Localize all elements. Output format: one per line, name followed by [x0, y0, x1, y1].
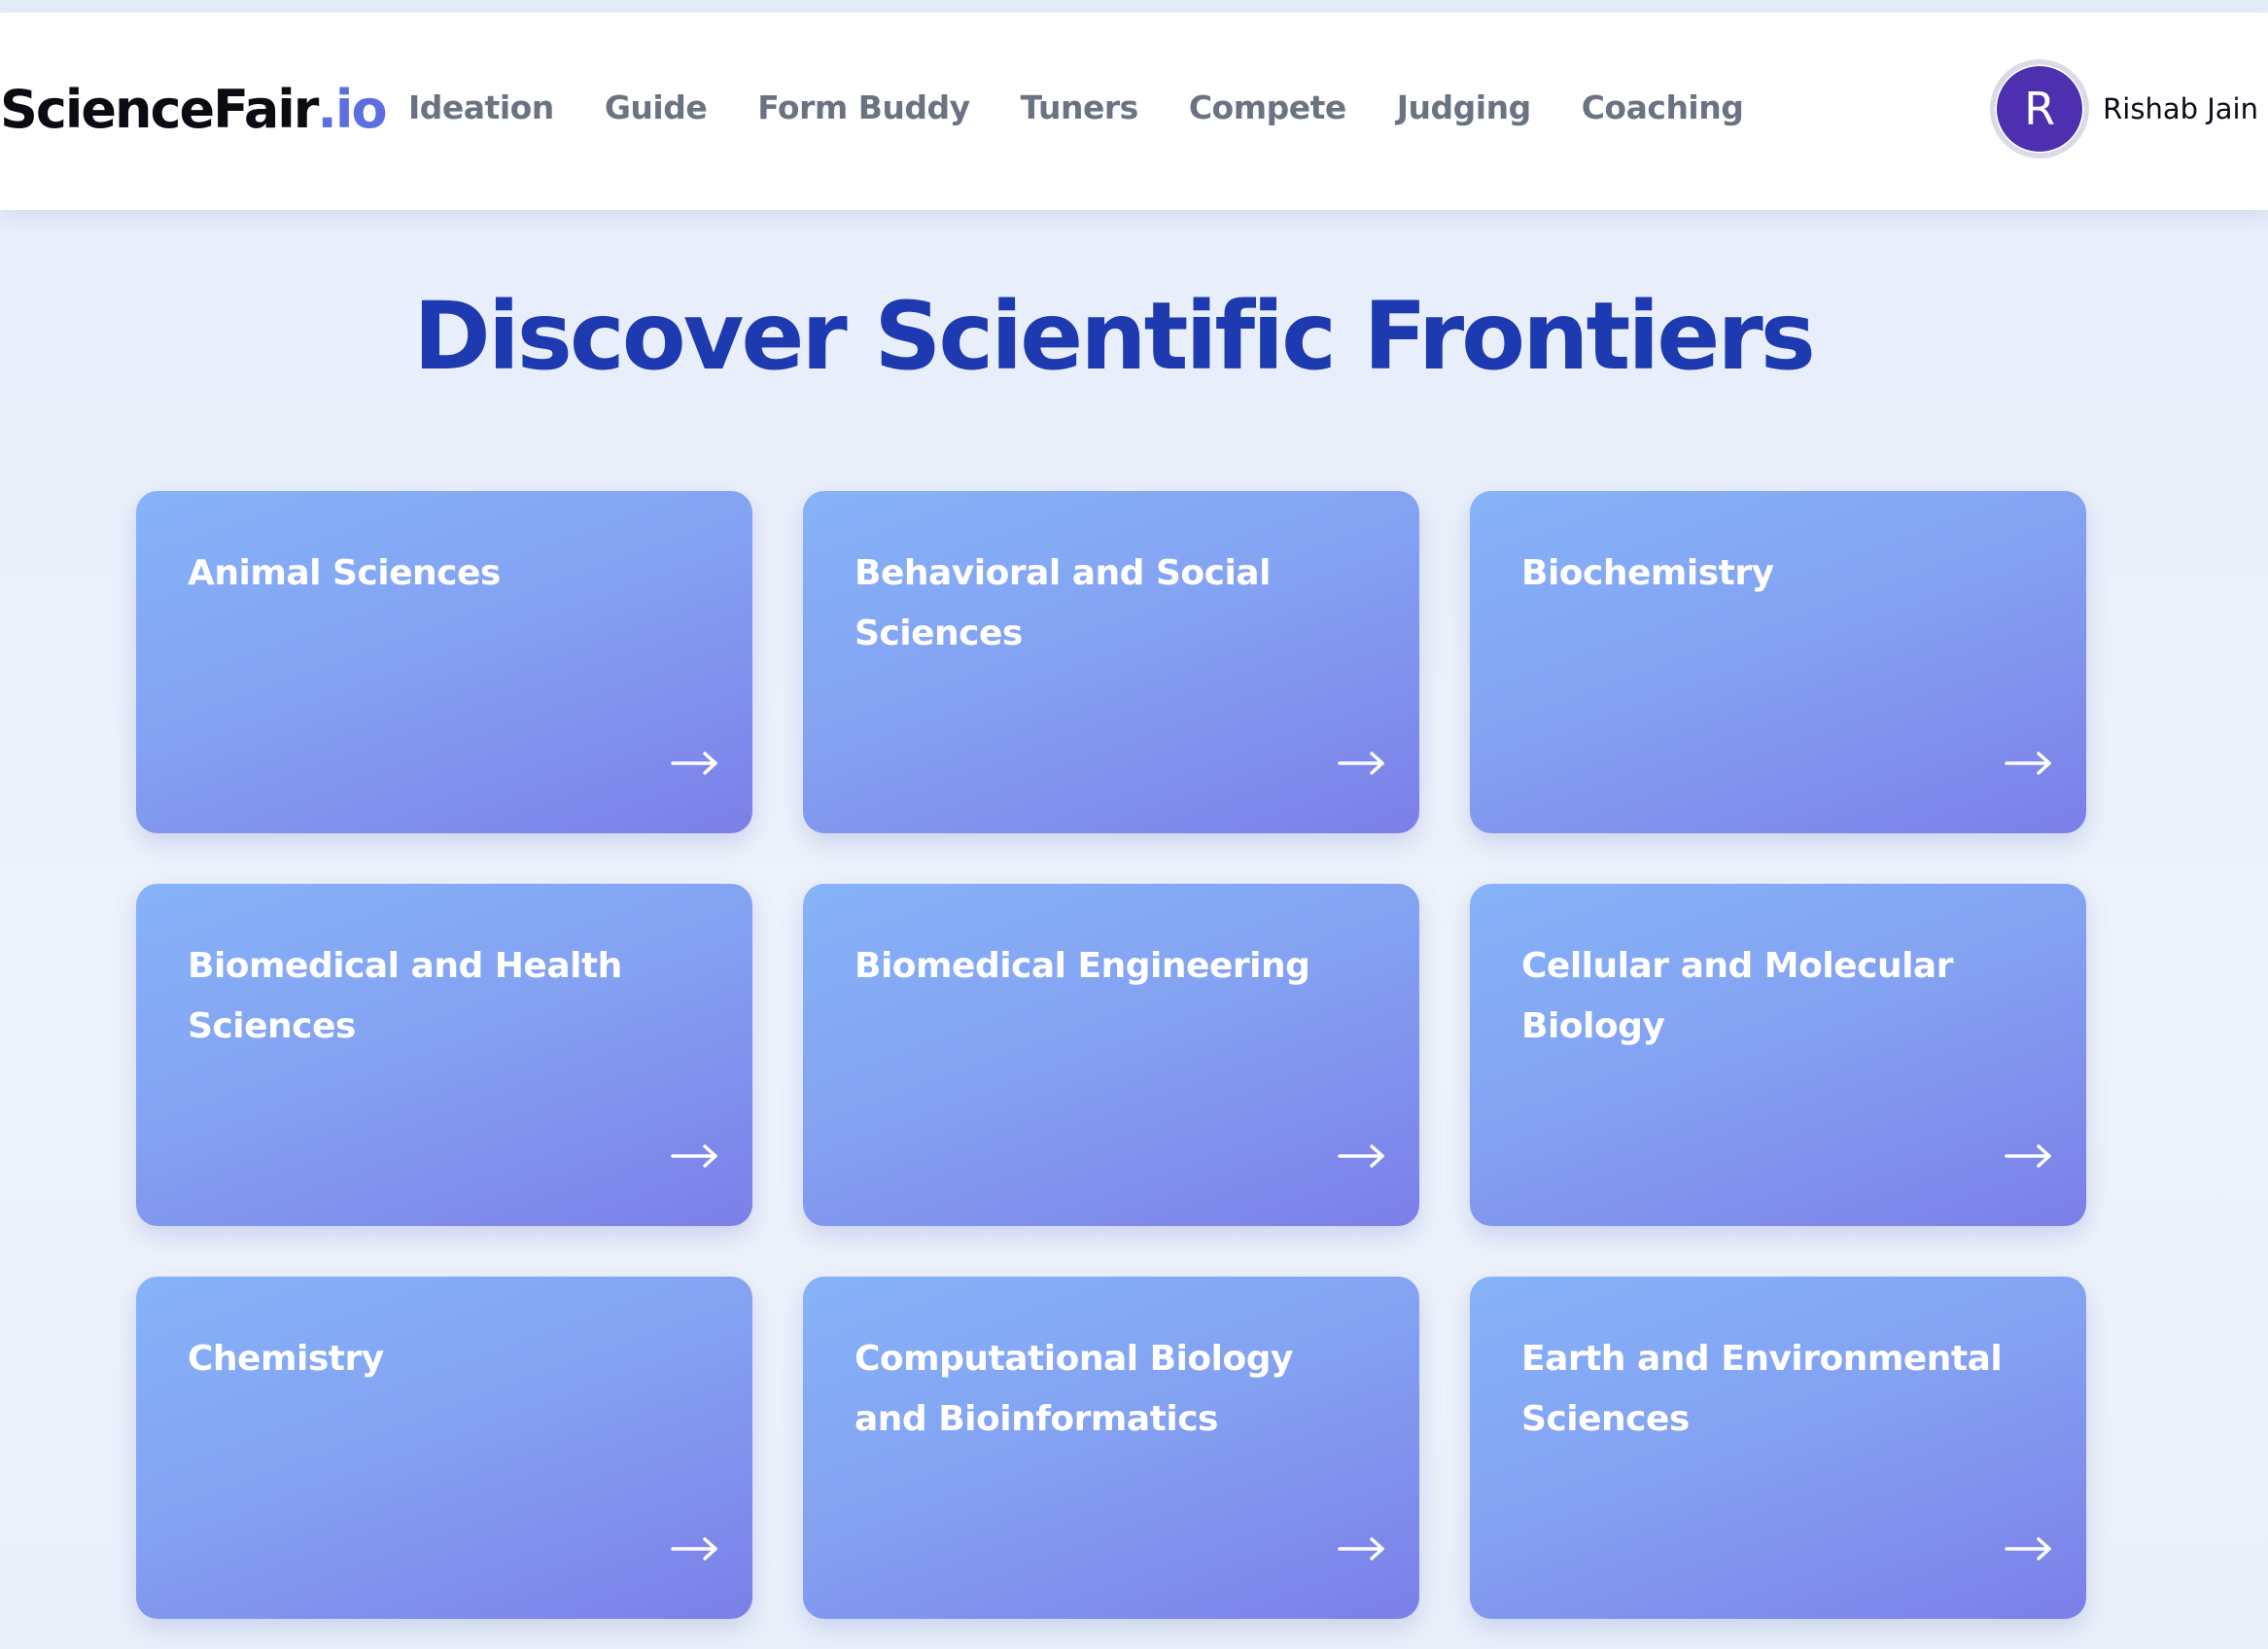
category-card-title: Biochemistry: [1521, 553, 1774, 593]
arrow-right-icon: [2005, 1537, 2051, 1561]
page: ScienceFair .io Ideation Guide Form Buddy…: [0, 0, 2268, 1649]
category-grid: Animal Sciences Behavioral and Social Sc…: [136, 491, 2086, 1619]
arrow-right-icon: [2005, 1144, 2051, 1168]
brand-logo[interactable]: ScienceFair .io: [0, 79, 388, 157]
nav-item-judging[interactable]: Judging: [1397, 88, 1531, 126]
category-card-cellular-molecular-biology[interactable]: Cellular and Molecular Biology: [1470, 884, 2086, 1226]
arrow-right-icon: [671, 1144, 717, 1168]
nav-item-tuners[interactable]: Tuners: [1021, 88, 1139, 126]
nav-item-coaching[interactable]: Coaching: [1582, 88, 1744, 126]
category-card-biochemistry[interactable]: Biochemistry: [1470, 491, 2086, 833]
arrow-right-icon: [1338, 1144, 1384, 1168]
main-nav: Ideation Guide Form Buddy Tuners Compete…: [408, 88, 1794, 126]
category-card-title: Behavioral and Social Sciences: [855, 553, 1271, 653]
arrow-right-icon: [671, 752, 717, 775]
category-card-title: Earth and Environmental Sciences: [1521, 1339, 2003, 1439]
category-card-title: Biomedical Engineering: [855, 946, 1310, 986]
category-card-behavioral-social-sciences[interactable]: Behavioral and Social Sciences: [803, 491, 1419, 833]
user-menu[interactable]: R Rishab Jain: [1990, 59, 2258, 158]
top-navbar: ScienceFair .io Ideation Guide Form Buddy…: [0, 12, 2268, 210]
arrow-right-icon: [2005, 752, 2051, 775]
category-card-earth-environmental-sciences[interactable]: Earth and Environmental Sciences: [1470, 1277, 2086, 1619]
page-title: Discover Scientific Frontiers: [413, 282, 1816, 391]
arrow-right-icon: [1338, 752, 1384, 775]
category-card-biomedical-engineering[interactable]: Biomedical Engineering: [803, 884, 1419, 1226]
nav-item-ideation[interactable]: Ideation: [408, 88, 554, 126]
avatar[interactable]: R: [1990, 59, 2090, 158]
brand-suffix: .io: [317, 79, 387, 140]
category-card-title: Chemistry: [188, 1339, 384, 1379]
arrow-right-icon: [1338, 1537, 1384, 1561]
category-card-chemistry[interactable]: Chemistry: [136, 1277, 752, 1619]
category-card-animal-sciences[interactable]: Animal Sciences: [136, 491, 752, 833]
category-card-title: Biomedical and Health Sciences: [188, 946, 622, 1046]
category-card-title: Cellular and Molecular Biology: [1521, 946, 1953, 1046]
nav-item-compete[interactable]: Compete: [1189, 88, 1346, 126]
category-card-title: Computational Biology and Bioinformatics: [855, 1339, 1293, 1439]
nav-item-guide[interactable]: Guide: [605, 88, 708, 126]
category-card-computational-biology[interactable]: Computational Biology and Bioinformatics: [803, 1277, 1419, 1619]
user-name[interactable]: Rishab Jain: [2103, 92, 2258, 125]
arrow-right-icon: [671, 1537, 717, 1561]
nav-item-form-buddy[interactable]: Form Buddy: [757, 88, 970, 126]
brand-name: ScienceFair: [0, 79, 319, 140]
category-card-biomedical-health-sciences[interactable]: Biomedical and Health Sciences: [136, 884, 752, 1226]
category-card-title: Animal Sciences: [188, 553, 501, 593]
